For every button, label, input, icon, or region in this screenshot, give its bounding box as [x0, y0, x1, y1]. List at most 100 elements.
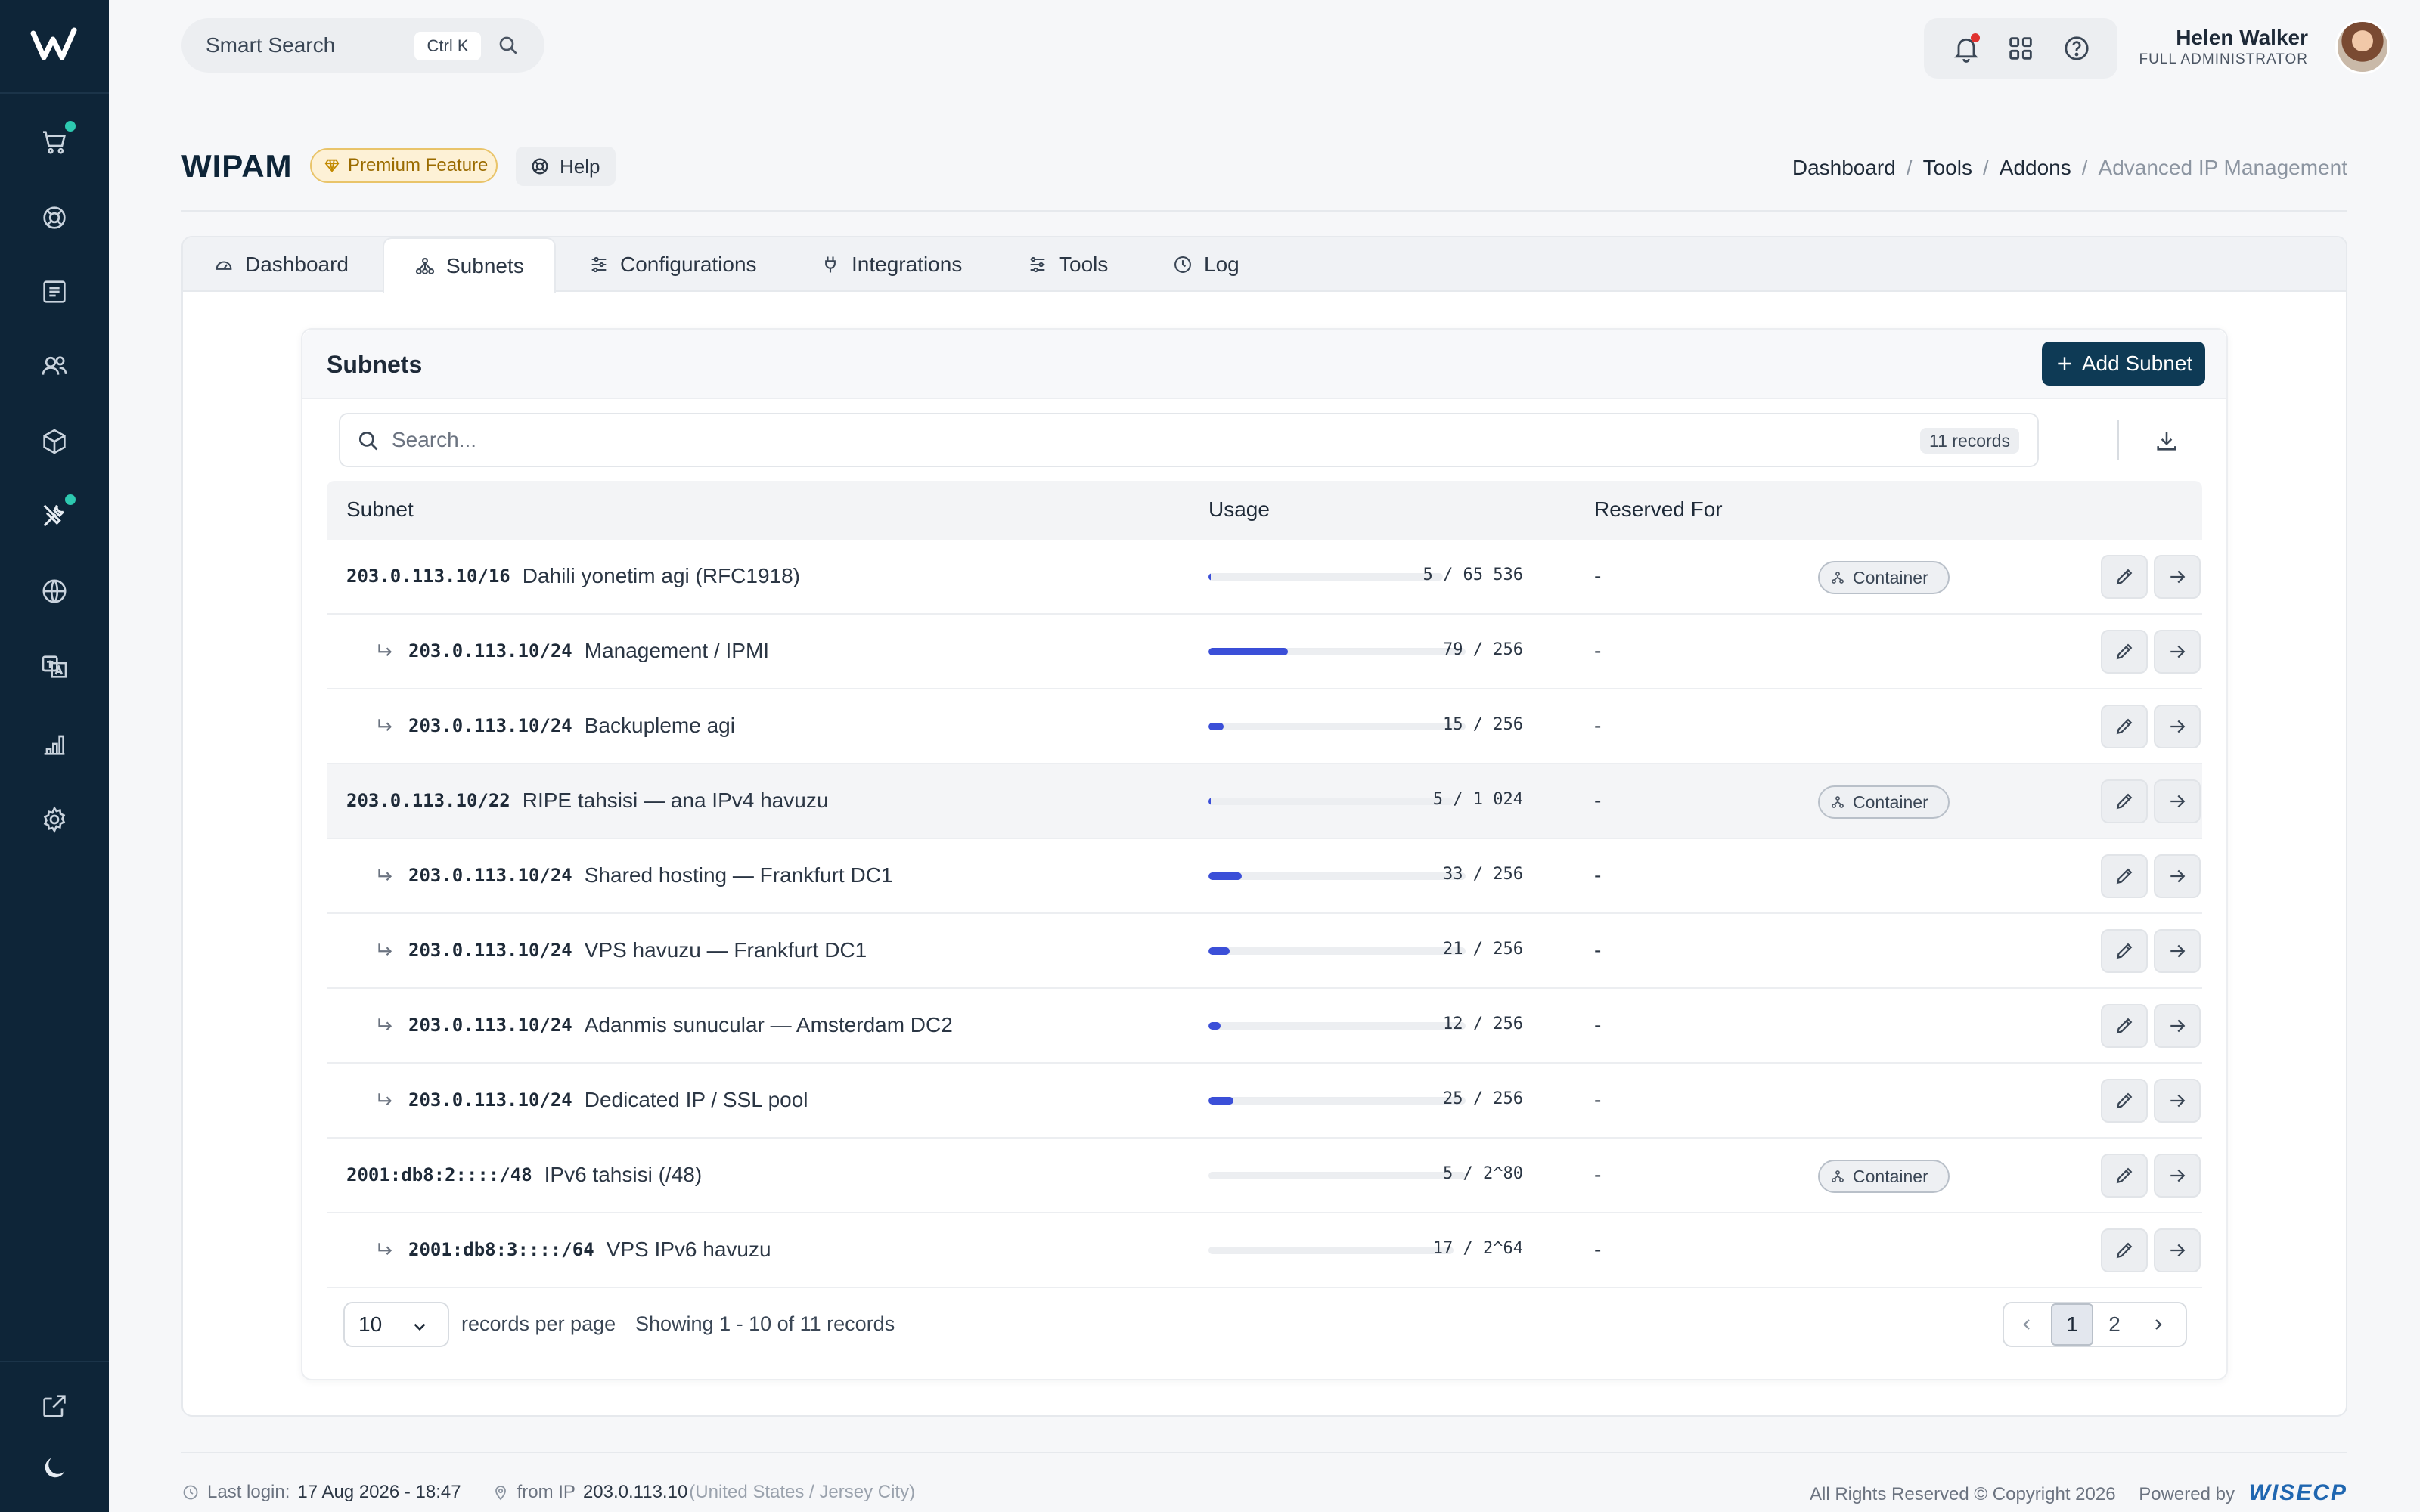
- page-title: WIPAM: [182, 148, 293, 184]
- open-subnet-button[interactable]: [2154, 1228, 2201, 1272]
- subnet-ip[interactable]: 203.0.113.10/24: [408, 1015, 572, 1036]
- edit-button[interactable]: [2101, 555, 2148, 599]
- column-subnet[interactable]: Subnet: [346, 497, 414, 522]
- table-row[interactable]: 203.0.113.10/24 VPS havuzu — Frankfurt DC…: [327, 914, 2202, 989]
- invoice-icon[interactable]: [33, 271, 76, 313]
- search-icon: [499, 36, 517, 54]
- open-subnet-button[interactable]: [2154, 854, 2201, 898]
- tab-subnets[interactable]: Subnets: [383, 237, 556, 293]
- tab-configurations[interactable]: Configurations: [558, 237, 787, 292]
- subnet-ip[interactable]: 2001:db8:2::::/48: [346, 1164, 532, 1185]
- subnet-description: VPS IPv6 havuzu: [606, 1238, 771, 1261]
- edit-button[interactable]: [2101, 705, 2148, 748]
- subnet-cell: 203.0.113.10/24 Management / IPMI: [374, 639, 769, 663]
- download-icon[interactable]: [2154, 428, 2180, 454]
- table-row[interactable]: 203.0.113.10/24 Shared hosting — Frankfur…: [327, 839, 2202, 914]
- breadcrumb-dashboard[interactable]: Dashboard: [1792, 156, 1896, 179]
- subnet-cell: 203.0.113.10/24 Backupleme agi: [374, 714, 735, 738]
- wisecp-logo-icon[interactable]: [30, 23, 79, 68]
- edit-button[interactable]: [2101, 779, 2148, 823]
- table-row[interactable]: 2001:db8:2::::/48 IPv6 tahsisi (/48) 5 / 2…: [327, 1139, 2202, 1213]
- subnet-ip[interactable]: 203.0.113.10/16: [346, 565, 510, 587]
- premium-badge: Premium Feature: [310, 148, 498, 183]
- table-row[interactable]: 203.0.113.10/24 Management / IPMI 79 / 256…: [327, 615, 2202, 689]
- column-usage[interactable]: Usage: [1208, 497, 1270, 522]
- gear-icon[interactable]: [33, 798, 76, 841]
- subnet-ip[interactable]: 203.0.113.10/24: [408, 640, 572, 662]
- open-subnet-button[interactable]: [2154, 1004, 2201, 1048]
- tools-icon[interactable]: [33, 494, 76, 537]
- tab-log[interactable]: Log: [1142, 237, 1270, 292]
- pencil-icon: [2116, 643, 2133, 660]
- table-row[interactable]: 203.0.113.10/16 Dahili yonetim agi (RFC19…: [327, 540, 2202, 615]
- per-page-select[interactable]: 10: [343, 1302, 449, 1347]
- help-button[interactable]: Help: [516, 147, 616, 186]
- column-reserved-for[interactable]: Reserved For: [1594, 497, 1723, 522]
- subnet-ip[interactable]: 203.0.113.10/24: [408, 865, 572, 886]
- external-link-icon[interactable]: [33, 1385, 76, 1427]
- last-login-value: 17 Aug 2026 - 18:47: [297, 1482, 461, 1502]
- lifebuoy-icon[interactable]: [33, 197, 76, 239]
- globe-icon[interactable]: [33, 570, 76, 612]
- box-icon[interactable]: [33, 420, 76, 463]
- open-subnet-button[interactable]: [2154, 929, 2201, 973]
- user-name[interactable]: Helen Walker: [2015, 26, 2308, 50]
- reserved-for: -: [1594, 1088, 1602, 1111]
- tab-tools[interactable]: Tools: [997, 237, 1138, 292]
- add-subnet-button[interactable]: Add Subnet: [2042, 342, 2205, 386]
- open-subnet-button[interactable]: [2154, 555, 2201, 599]
- open-subnet-button[interactable]: [2154, 630, 2201, 674]
- page-2-button[interactable]: 2: [2093, 1303, 2136, 1346]
- subnet-ip[interactable]: 2001:db8:3::::/64: [408, 1239, 594, 1260]
- container-badge: Container: [1818, 785, 1950, 819]
- breadcrumb-addons[interactable]: Addons: [2000, 156, 2071, 179]
- subnet-ip[interactable]: 203.0.113.10/22: [346, 790, 510, 811]
- edit-button[interactable]: [2101, 929, 2148, 973]
- table-row[interactable]: 203.0.113.10/24 Dedicated IP / SSL pool 25…: [327, 1064, 2202, 1139]
- pencil-icon: [2116, 943, 2133, 959]
- search-icon: [358, 431, 378, 451]
- tab-integrations[interactable]: Integrations: [790, 237, 992, 292]
- page-1-button[interactable]: 1: [2051, 1303, 2093, 1346]
- smart-search[interactable]: Smart Search Ctrl K: [182, 18, 544, 73]
- subnet-ip[interactable]: 203.0.113.10/24: [408, 1089, 572, 1111]
- reserved-for: -: [1594, 863, 1602, 887]
- arrow-right-icon: [2170, 570, 2186, 584]
- open-subnet-button[interactable]: [2154, 1154, 2201, 1198]
- wisecp-brand[interactable]: WISECP: [2249, 1480, 2347, 1505]
- search-input[interactable]: [392, 425, 1829, 455]
- sitemap-icon: [415, 258, 435, 274]
- tab-dashboard[interactable]: Dashboard: [183, 237, 379, 292]
- bell-icon[interactable]: [1951, 33, 1981, 64]
- topbar: Smart Search Ctrl K Helen Walker FULL AD…: [109, 0, 2420, 91]
- edit-button[interactable]: [2101, 1004, 2148, 1048]
- table-row[interactable]: 2001:db8:3::::/64 VPS IPv6 havuzu 17 / 2^6…: [327, 1213, 2202, 1288]
- cart-icon[interactable]: [33, 121, 76, 163]
- chart-icon[interactable]: [33, 723, 76, 765]
- chevron-left-icon: [2023, 1319, 2030, 1330]
- table-row[interactable]: 203.0.113.10/24 Backupleme agi 15 / 256 -: [327, 689, 2202, 764]
- users-icon[interactable]: [33, 345, 76, 387]
- edit-button[interactable]: [2101, 630, 2148, 674]
- table-row[interactable]: 203.0.113.10/24 Adanmis sunucular — Amste…: [327, 989, 2202, 1064]
- open-subnet-button[interactable]: [2154, 1079, 2201, 1123]
- edit-button[interactable]: [2101, 1079, 2148, 1123]
- translate-icon[interactable]: [33, 646, 76, 688]
- table-row[interactable]: 203.0.113.10/22 RIPE tahsisi — ana IPv4 h…: [327, 764, 2202, 839]
- subnet-description: Backupleme agi: [584, 714, 735, 737]
- subnet-ip[interactable]: 203.0.113.10/24: [408, 940, 572, 961]
- breadcrumb-tools[interactable]: Tools: [1923, 156, 1972, 179]
- edit-button[interactable]: [2101, 854, 2148, 898]
- avatar[interactable]: [2335, 20, 2390, 74]
- subnet-description: RIPE tahsisi — ana IPv4 havuzu: [522, 789, 829, 812]
- usage-bar-fill: [1208, 872, 1242, 880]
- open-subnet-button[interactable]: [2154, 779, 2201, 823]
- next-page-button[interactable]: [2137, 1303, 2180, 1346]
- edit-button[interactable]: [2101, 1228, 2148, 1272]
- moon-icon[interactable]: [33, 1447, 76, 1489]
- subnet-ip[interactable]: 203.0.113.10/24: [408, 715, 572, 736]
- open-subnet-button[interactable]: [2154, 705, 2201, 748]
- edit-button[interactable]: [2101, 1154, 2148, 1198]
- prev-page-button[interactable]: [2006, 1303, 2048, 1346]
- arrow-right-icon: [2170, 645, 2186, 658]
